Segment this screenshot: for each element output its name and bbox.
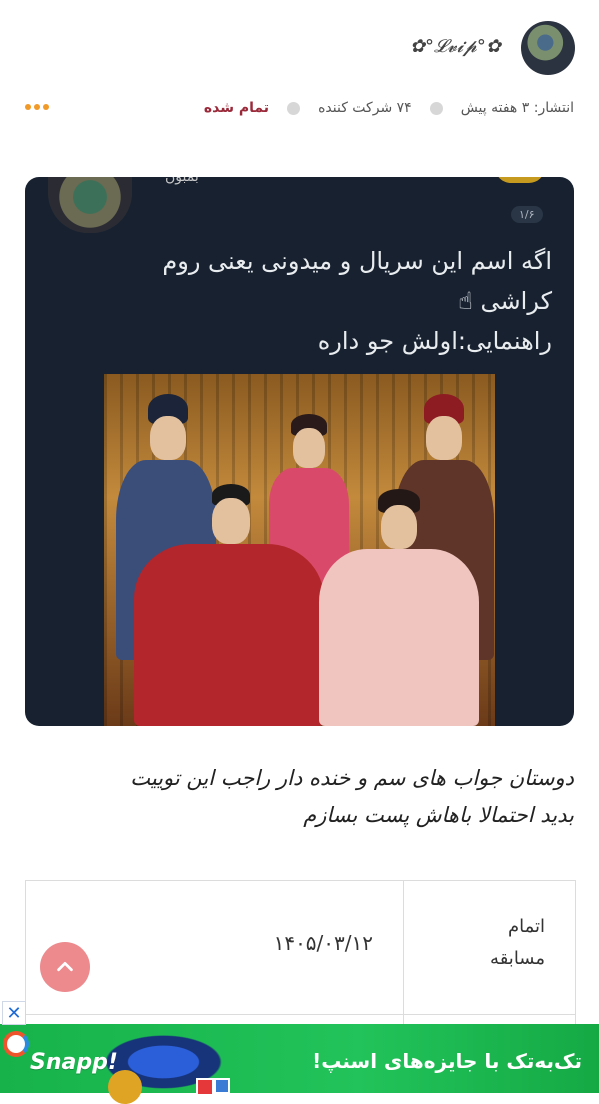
gift-box-icon xyxy=(214,1078,230,1094)
participants-count: ۷۴ شرکت کننده xyxy=(318,100,412,116)
tweet-page-badge: ۱/۶ xyxy=(511,206,543,223)
chevron-up-icon xyxy=(57,961,73,972)
author-username[interactable]: ✿°𝓛𝓿𝓲𝓹°✿ xyxy=(410,36,501,57)
caption-line: دوستان جواب های سم و خنده دار راجب این ت… xyxy=(130,766,574,790)
tweet-corner-decoration xyxy=(495,177,545,183)
figure-seated-queen xyxy=(314,489,484,726)
gift-box-icon xyxy=(196,1078,214,1096)
figure-seated-king xyxy=(134,484,324,726)
meta-separator-dot xyxy=(287,101,301,115)
contest-end-date: ۱۴۰۵/۰۳/۱۲ xyxy=(273,931,373,955)
ad-close-icon[interactable]: ✕ xyxy=(2,1001,26,1025)
tweet-author-name: بمبون xyxy=(165,177,199,185)
ad-info-icon[interactable] xyxy=(3,1031,29,1057)
contest-end-label: اتمام مسابقه xyxy=(435,911,545,975)
drama-still-photo xyxy=(104,374,495,726)
tweet-text: اگه اسم این سریال و میدونی یعنی روم کراش… xyxy=(72,241,552,361)
contest-end-label-line: اتمام xyxy=(507,916,545,937)
tweet-avatar xyxy=(48,177,132,233)
post-caption: دوستان جواب های سم و خنده دار راجب این ت… xyxy=(25,760,574,834)
meta-separator-dot xyxy=(429,101,443,115)
post-image[interactable]: بمبون ۱/۶ اگه اسم این سریال و میدونی یعن… xyxy=(25,177,574,726)
tweet-line: اگه اسم این سریال و میدونی یعنی روم xyxy=(162,247,552,275)
contest-end-label-line: مسابقه xyxy=(490,948,545,969)
status-badge: تمام شده xyxy=(203,100,270,116)
tweet-line: راهنمایی:اولش جو داره xyxy=(317,327,552,355)
caption-line: بدید احتمالا باهاش پست بسازم xyxy=(303,803,574,827)
tweet-line: کراشی ☝ xyxy=(458,287,552,315)
author-avatar[interactable] xyxy=(521,21,575,75)
scroll-to-top-button[interactable] xyxy=(40,942,90,992)
ad-brand-logo: Snapp! xyxy=(30,1050,118,1075)
published-time: انتشار: ۳ هفته پیش xyxy=(460,100,574,116)
motorcycle-wheel xyxy=(108,1070,142,1104)
post-meta-row: انتشار: ۳ هفته پیش ۷۴ شرکت کننده تمام شد… xyxy=(25,94,574,122)
more-options-icon[interactable] xyxy=(25,98,53,116)
ad-headline: تک‌به‌تک با جایزه‌های اسنپ! xyxy=(312,1049,582,1073)
